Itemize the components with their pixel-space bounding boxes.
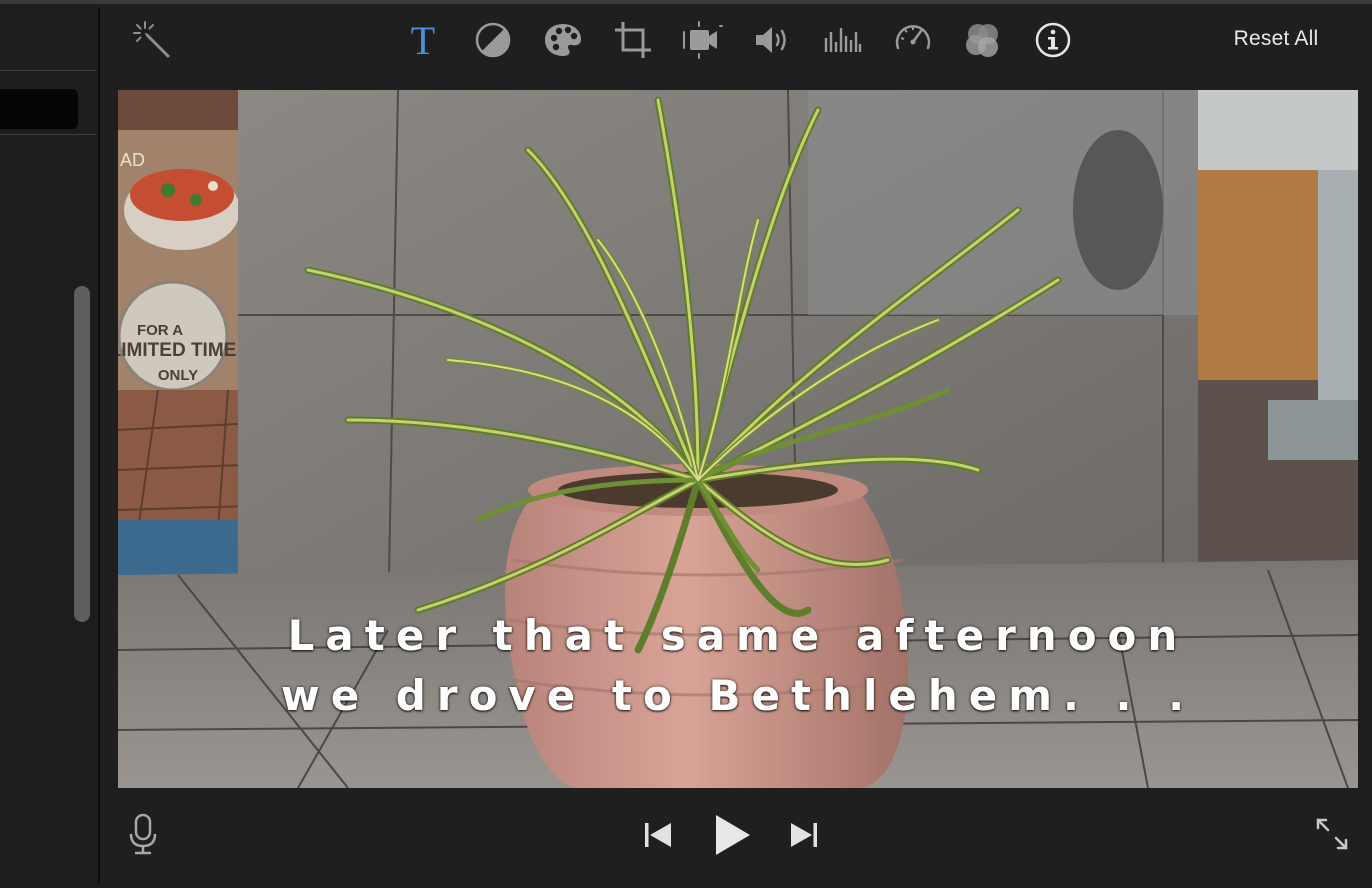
clip-filter-icon[interactable]: [961, 18, 1005, 62]
magic-wand-icon[interactable]: [130, 18, 174, 62]
poster-text: AD: [120, 150, 145, 170]
text-title-icon[interactable]: T: [401, 18, 445, 62]
title-line-2: we drove to Bethlehem. . .: [280, 671, 1196, 720]
skip-forward-icon[interactable]: [784, 815, 824, 855]
poster-badge-line2: LIMITED TIME: [118, 340, 236, 361]
sidebar-scroll-thumb[interactable]: [74, 286, 90, 622]
camera-stabilization-icon[interactable]: [681, 18, 725, 62]
reset-all-button[interactable]: Reset All: [1218, 23, 1334, 55]
speaker-icon[interactable]: [751, 18, 795, 62]
info-icon[interactable]: [1031, 18, 1075, 62]
speedometer-icon[interactable]: [891, 18, 935, 62]
palette-icon[interactable]: [541, 18, 585, 62]
window-top-edge: [0, 0, 1372, 4]
poster-badge-line1: FOR A: [137, 322, 183, 339]
play-icon[interactable]: [706, 810, 756, 860]
video-viewer[interactable]: AD FOR A LIMITED TIME ONLY Later that sa…: [118, 90, 1358, 788]
title-line-1: Later that same afternoon: [287, 611, 1189, 660]
skip-back-icon[interactable]: [638, 815, 678, 855]
panel-divider[interactable]: [98, 8, 100, 884]
sidebar-divider-bottom: [0, 134, 96, 135]
poster-badge-line3: ONLY: [158, 367, 198, 384]
microphone-icon[interactable]: [122, 810, 164, 858]
expand-icon[interactable]: [1312, 814, 1352, 854]
sidebar-scrollbar[interactable]: [74, 286, 90, 622]
color-balance-icon[interactable]: [471, 18, 515, 62]
sidebar-field[interactable]: [0, 89, 78, 129]
sidebar-divider-top: [0, 70, 96, 71]
equalizer-icon[interactable]: [821, 18, 865, 62]
left-sidebar-panel: [0, 4, 98, 888]
crop-icon[interactable]: [611, 18, 655, 62]
svg-text:T: T: [411, 18, 435, 62]
